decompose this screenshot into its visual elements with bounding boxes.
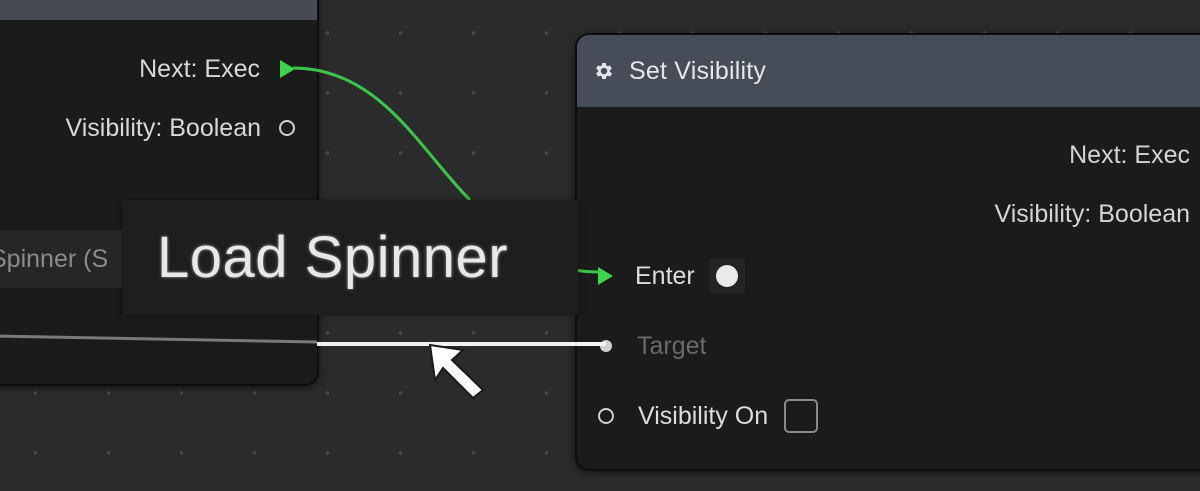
target-wire-dim	[0, 334, 318, 344]
tooltip-text: Load Spinner	[157, 225, 509, 290]
tooltip: Load Spinner	[123, 200, 578, 315]
exec-wire[interactable]	[292, 66, 472, 202]
arrow-cursor-icon	[428, 343, 485, 400]
exec-wire-end	[574, 268, 601, 274]
